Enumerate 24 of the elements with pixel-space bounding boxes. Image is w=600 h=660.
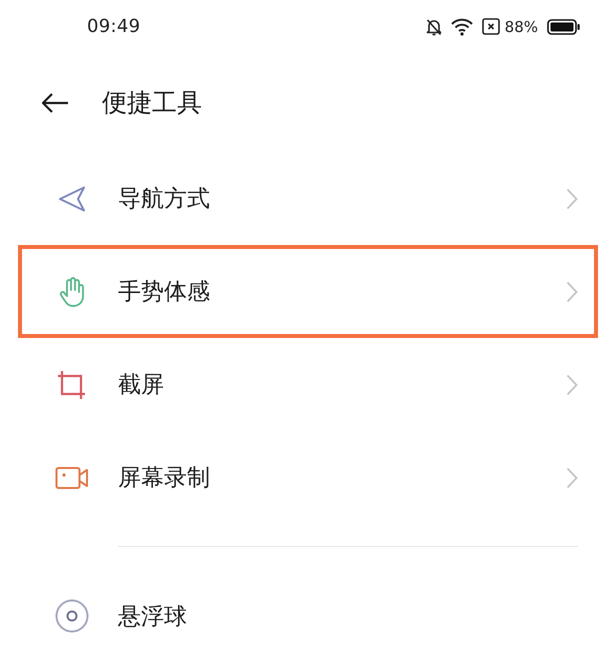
settings-row[interactable]: 悬浮球 [18, 572, 598, 660]
row-label: 屏幕录制 [118, 464, 210, 494]
settings-row[interactable]: 屏幕录制 [18, 431, 598, 524]
battery-icon [547, 18, 580, 35]
page-title: 便捷工具 [102, 87, 202, 120]
status-time: 09:49 [87, 16, 140, 38]
battery-percentage: 88% [504, 18, 538, 36]
row-label: 手势体感 [118, 278, 210, 308]
bell-off-icon [426, 18, 442, 36]
settings-row[interactable]: 导航方式 [18, 152, 598, 246]
settings-row[interactable]: 手势体感 [18, 245, 598, 338]
settings-row[interactable]: 截屏 [18, 338, 598, 432]
row-label: 悬浮球 [118, 602, 187, 632]
video-camera-icon [55, 466, 89, 490]
back-button[interactable] [40, 90, 70, 115]
floating-ball-icon [55, 599, 89, 634]
row-label: 截屏 [118, 371, 164, 400]
no-sim-icon [482, 18, 500, 36]
crop-icon [56, 368, 88, 401]
navigation-arrow-icon [58, 184, 86, 213]
hand-icon [59, 276, 85, 308]
row-label: 导航方式 [118, 185, 210, 214]
wifi-icon [450, 18, 473, 36]
back-arrow-icon [41, 92, 69, 114]
